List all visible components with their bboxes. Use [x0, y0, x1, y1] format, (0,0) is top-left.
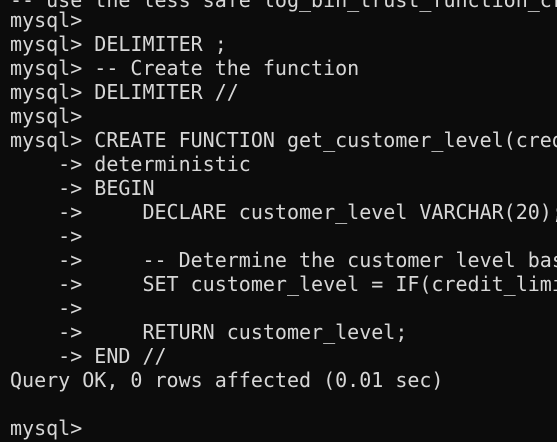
terminal-line-prompt: mysql> [10, 8, 83, 32]
terminal-line-continuation: -> [10, 296, 83, 320]
terminal-line-delimiter-slashes: mysql> DELIMITER // [10, 80, 239, 104]
terminal-line-prompt: mysql> [10, 104, 83, 128]
terminal-line-end: -> END // [10, 344, 167, 368]
terminal-line-comment-create-function: mysql> -- Create the function [10, 56, 360, 80]
terminal-line-declare: -> DECLARE customer_level VARCHAR(20); [10, 200, 557, 224]
terminal-line-set: -> SET customer_level = IF(credit_limit … [58, 272, 557, 296]
terminal-window[interactable]: -- use the less safe log_bin_trust_funct… [0, 0, 557, 442]
terminal-line-begin: -> BEGIN [10, 176, 155, 200]
terminal-line-continuation: -> [10, 224, 83, 248]
terminal-line-prompt-current[interactable]: mysql> [10, 416, 82, 440]
terminal-line-comment-determine: -> -- Determine the customer level based… [58, 248, 557, 272]
terminal-line-delimiter-semicolon: mysql> DELIMITER ; [10, 32, 227, 56]
terminal-line-return: -> RETURN customer_level; [10, 320, 408, 344]
terminal-line-query-ok: Query OK, 0 rows affected (0.01 sec) [10, 368, 444, 392]
terminal-line-partial-top: -- use the less safe log_bin_trust_funct… [10, 0, 557, 12]
terminal-line-create-function: mysql> CREATE FUNCTION get_customer_leve… [10, 128, 557, 152]
terminal-line-deterministic: -> deterministic [10, 152, 251, 176]
